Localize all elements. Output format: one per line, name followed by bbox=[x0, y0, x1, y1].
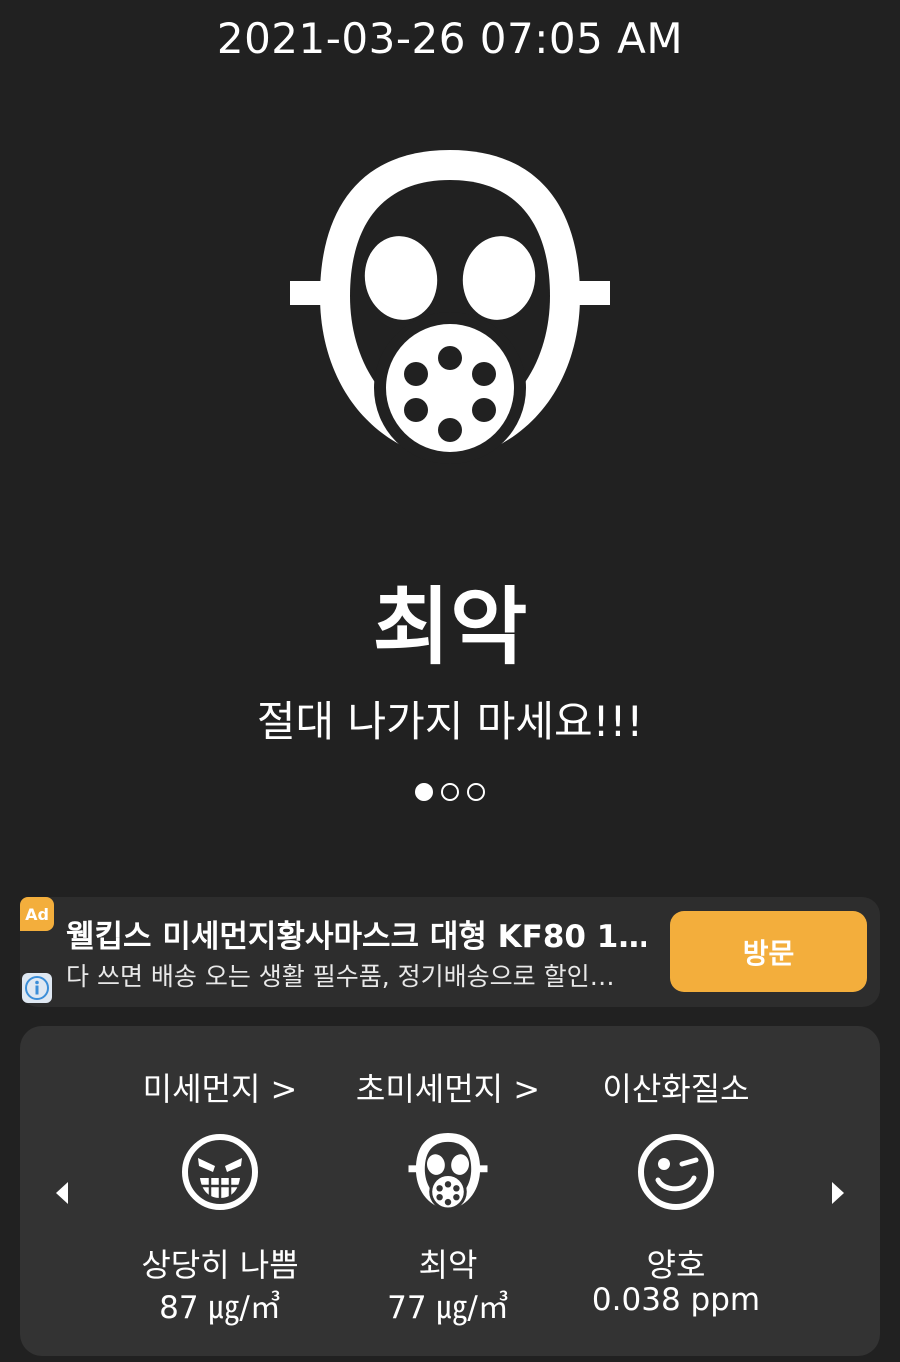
page-dot-3[interactable] bbox=[467, 783, 485, 801]
air-quality-status: 최악 bbox=[372, 578, 528, 676]
metric-status: 상당히 나쁨 bbox=[141, 1246, 299, 1284]
winking-face-icon bbox=[638, 1134, 714, 1210]
metric-status: 양호 bbox=[646, 1246, 706, 1284]
page-indicator[interactable] bbox=[0, 783, 900, 801]
ad-badge: Ad bbox=[20, 897, 54, 931]
ad-description[interactable]: 다 쓰면 배송 오는 생활 필수품, 정기배송으로 할인… bbox=[66, 957, 646, 993]
metric-value: 0.038 ppm bbox=[591, 1282, 761, 1318]
prev-arrow-icon[interactable] bbox=[50, 1178, 74, 1208]
metric-value: 77 ㎍/㎥ bbox=[387, 1290, 509, 1326]
gas-mask-icon bbox=[290, 150, 610, 464]
metric-label[interactable]: 미세먼지 > bbox=[100, 1064, 340, 1110]
visit-button[interactable]: 방문 bbox=[670, 911, 867, 992]
gas-mask-icon bbox=[408, 1132, 488, 1211]
next-arrow-icon[interactable] bbox=[826, 1178, 850, 1208]
metric-label[interactable]: 이산화질소 bbox=[556, 1064, 796, 1110]
page-dot-2[interactable] bbox=[441, 783, 459, 801]
metric-value: 87 ㎍/㎥ bbox=[159, 1290, 281, 1326]
metric-status: 최악 bbox=[418, 1246, 478, 1284]
metric-label[interactable]: 초미세먼지 > bbox=[328, 1064, 568, 1110]
ad-title[interactable]: 웰킵스 미세먼지황사마스크 대형 KF80 1… bbox=[66, 911, 646, 956]
metrics-card: 미세먼지 > 상당히 나쁨 87 ㎍/㎥ 초미세먼지 > 최악 77 ㎍/㎥ 이… bbox=[20, 1026, 880, 1356]
grinning-devil-face-icon bbox=[182, 1134, 258, 1210]
info-icon[interactable] bbox=[22, 973, 52, 1003]
air-quality-message: 절대 나가지 마세요!!! bbox=[256, 697, 644, 746]
page-dot-1[interactable] bbox=[415, 783, 433, 801]
ad-banner[interactable]: Ad 웰킵스 미세먼지황사마스크 대형 KF80 1… 다 쓰면 배송 오는 생… bbox=[20, 897, 880, 1007]
datetime: 2021-03-26 07:05 AM bbox=[216, 14, 684, 63]
